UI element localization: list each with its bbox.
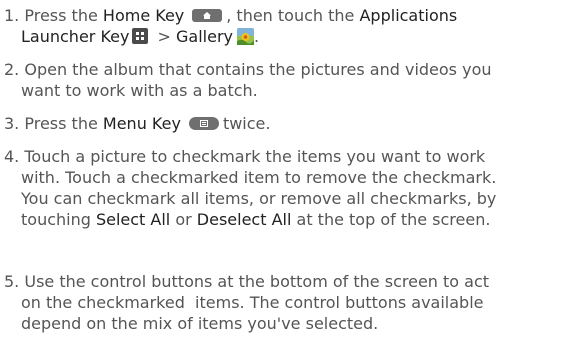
step-2-line-2: want to work with as a batch. (21, 81, 258, 100)
step-1-line-1: 1. Press the Home Key , then touch the Ap… (4, 5, 574, 26)
step-5-line-3: depend on the mix of items you've select… (21, 314, 379, 333)
step-4-line-2: with. Touch a checkmarked item to remove… (21, 168, 497, 187)
step-text: or (170, 210, 197, 229)
gallery-label: Gallery (176, 27, 234, 46)
deselect-all-label: Deselect All (196, 210, 292, 229)
step-number: 1. (4, 6, 20, 25)
step-4-line-4: touching Select All or Deselect All at t… (4, 209, 574, 230)
step-2-line-1: 2. Open the album that contains the pict… (4, 59, 574, 80)
step-text: twice. (222, 114, 271, 133)
select-all-label: Select All (95, 210, 171, 229)
step-text: Touch a picture to checkmark the items y… (24, 147, 486, 166)
step-text: , then touch the (226, 6, 360, 25)
step-1: 1. Press the Home Key , then touch the Ap… (4, 5, 574, 47)
step-3-line-1: 3. Press the Menu Key twice. (4, 113, 574, 134)
step-number: 2. (4, 60, 20, 79)
step-4-line-3: You can checkmark all items, or remove a… (21, 189, 497, 208)
separator-text: > (152, 27, 177, 46)
step-2: 2. Open the album that contains the pict… (4, 59, 574, 101)
step-3: 3. Press the Menu Key twice. (4, 113, 574, 134)
step-text: Open the album that contains the picture… (24, 60, 492, 79)
launcher-key-label: Launcher Key (21, 27, 130, 46)
step-5: 5. Use the control buttons at the bottom… (4, 271, 574, 334)
step-number: 4. (4, 147, 20, 166)
step-text: at the top of the screen. (291, 210, 491, 229)
menu-key-label: Menu Key (102, 114, 181, 133)
step-number: 3. (4, 114, 20, 133)
step-text: Use the control buttons at the bottom of… (24, 272, 490, 291)
step-text: Press the (24, 114, 103, 133)
step-1-line-2: Launcher Key > Gallery. (21, 27, 260, 46)
step-4: 4. Touch a picture to checkmark the item… (4, 146, 574, 230)
home-key-label: Home Key (102, 6, 185, 25)
home-key-icon (192, 9, 223, 22)
grid-icon (136, 32, 145, 40)
step-4-line-1: 4. Touch a picture to checkmark the item… (4, 146, 574, 167)
house-icon (203, 12, 212, 19)
menu-glyph-icon (199, 120, 208, 127)
step-number: 5. (4, 272, 20, 291)
menu-key-icon (188, 117, 219, 130)
step-text: touching (21, 210, 96, 229)
step-5-line-2: on the checkmarked items. The control bu… (21, 293, 484, 312)
applications-label: Applications (359, 6, 458, 25)
gallery-icon (237, 28, 255, 45)
applications-launcher-icon (132, 28, 149, 44)
step-5-line-1: 5. Use the control buttons at the bottom… (4, 271, 574, 292)
step-text: Press the (24, 6, 103, 25)
